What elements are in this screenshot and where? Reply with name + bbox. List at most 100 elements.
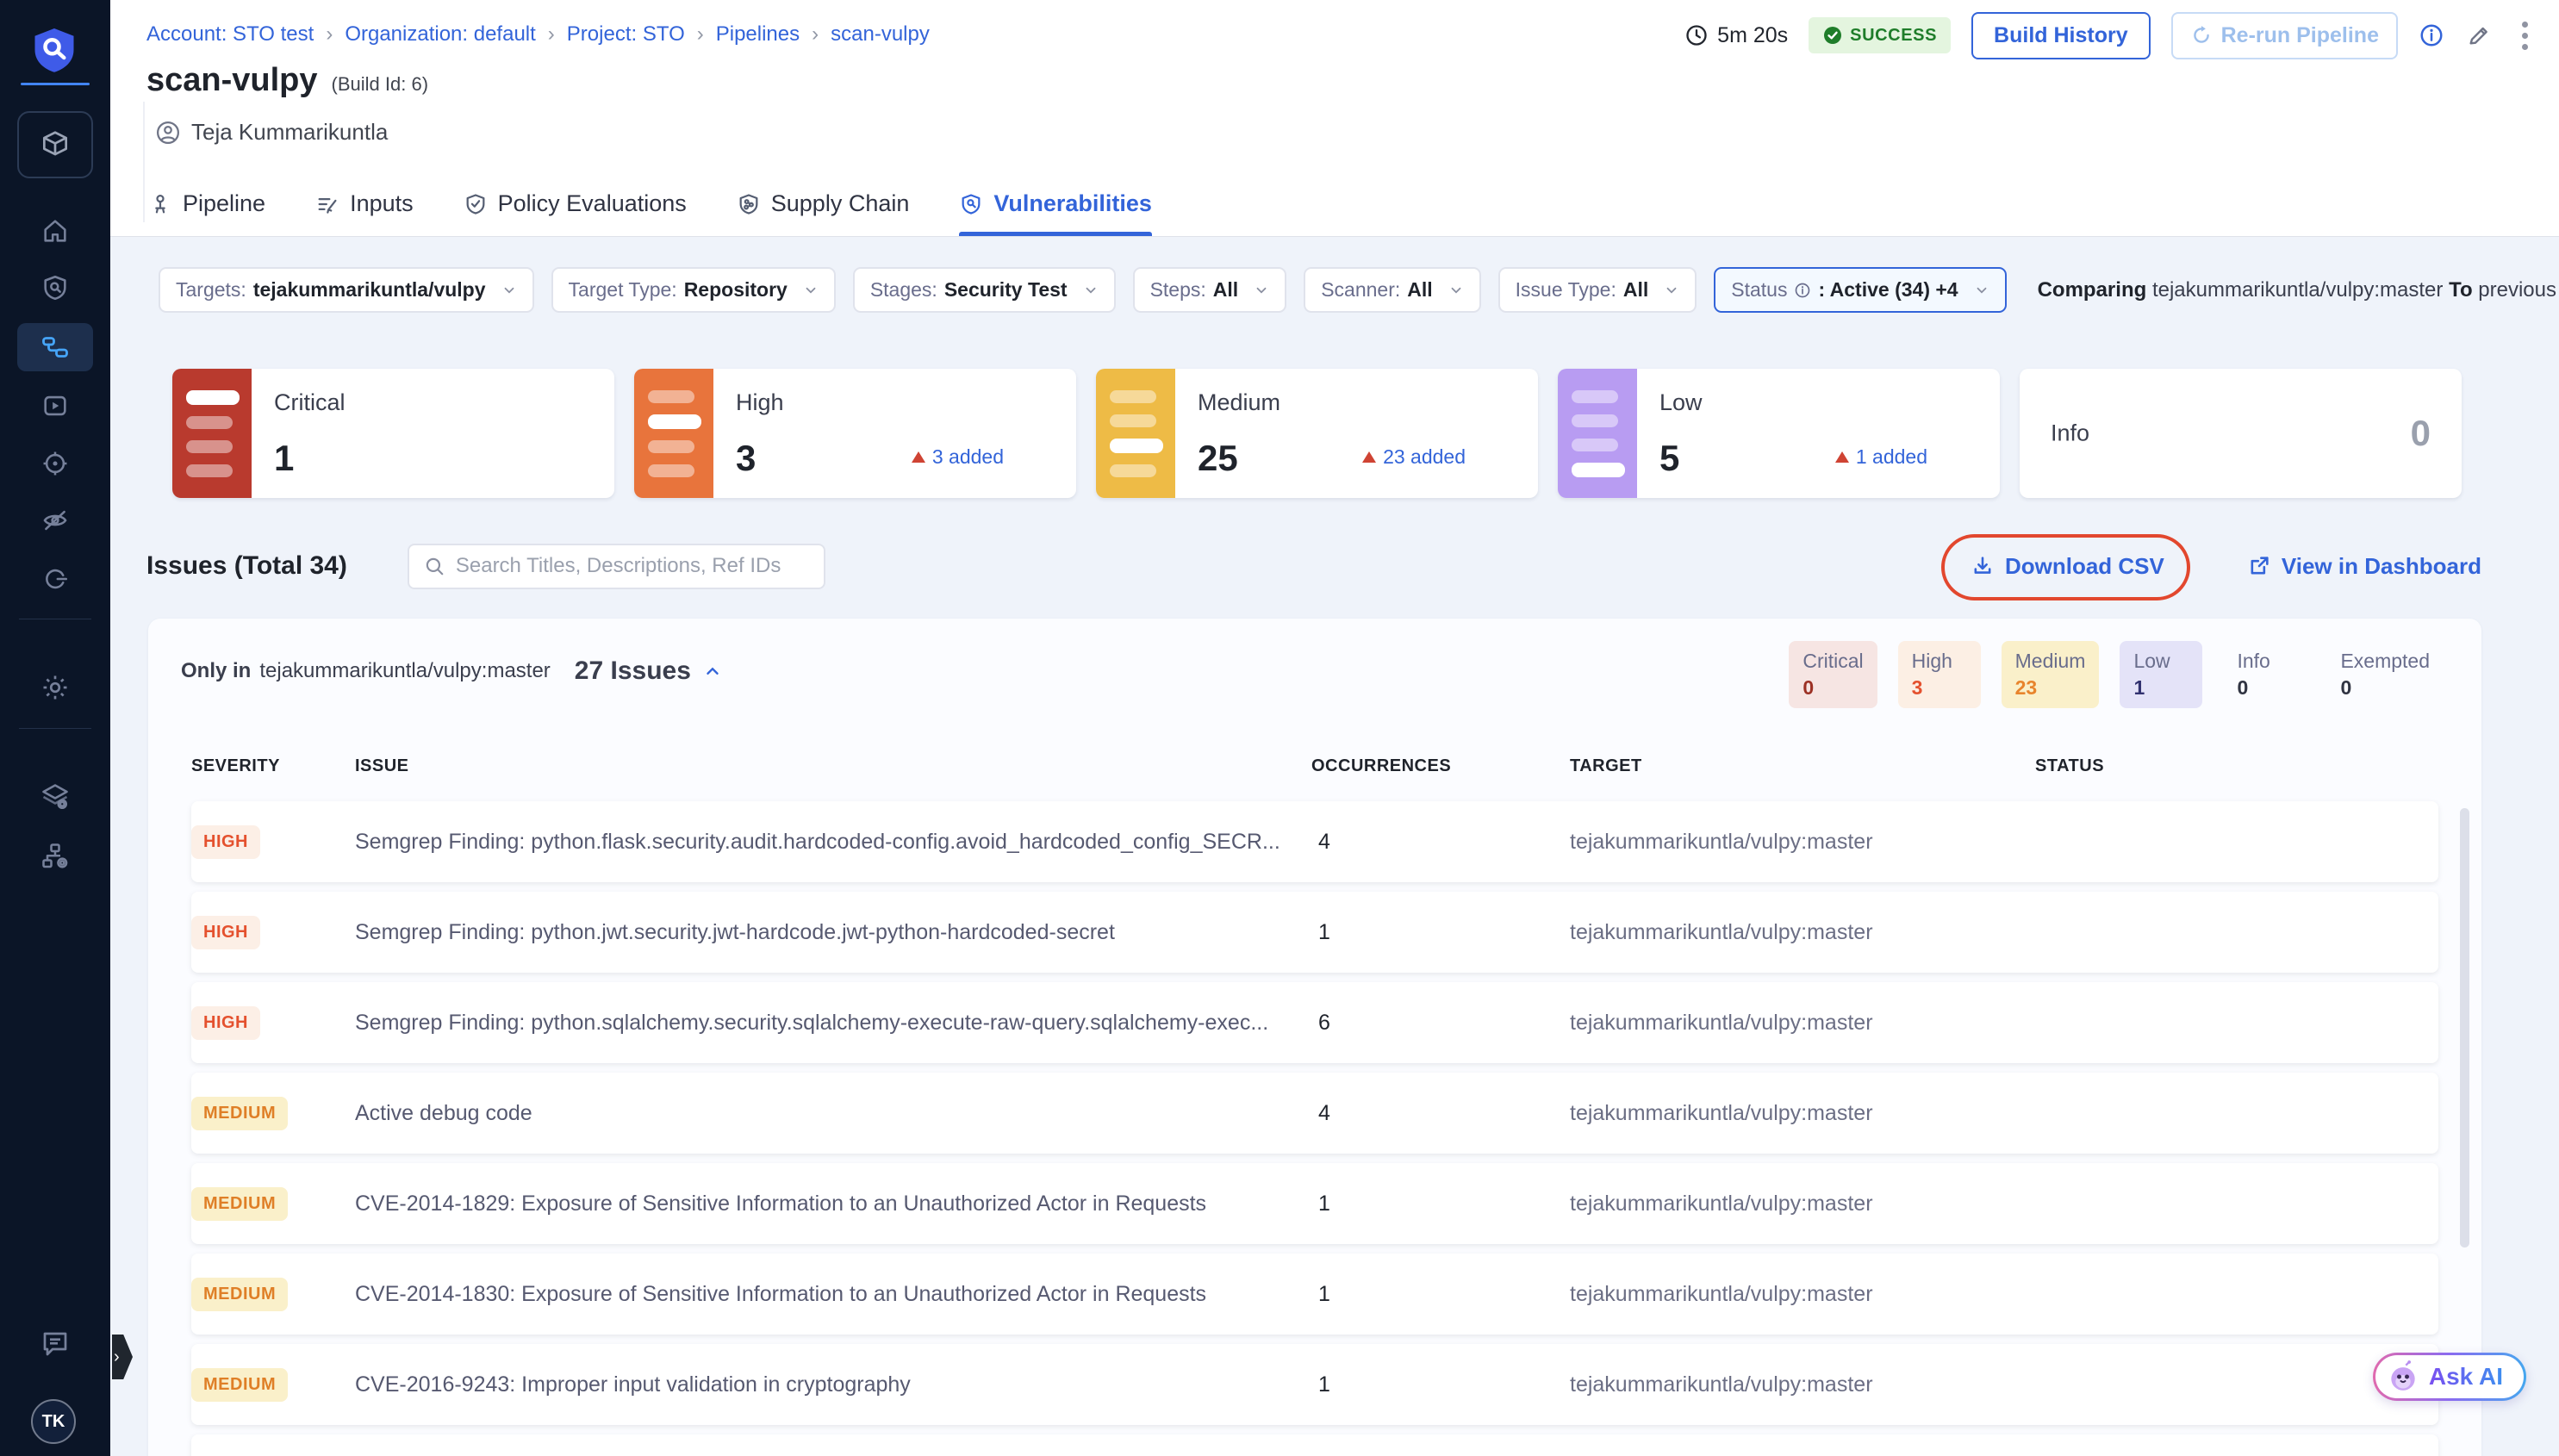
sidebar-item-overview[interactable] bbox=[0, 264, 110, 312]
header-actions: 5m 20s SUCCESS Build History Re-run Pipe… bbox=[1684, 10, 2537, 60]
chip-info[interactable]: Info0 bbox=[2223, 641, 2306, 708]
chevron-down-icon bbox=[803, 283, 819, 298]
severity-chip: MEDIUM bbox=[191, 1368, 288, 1402]
sidebar-item-executions[interactable] bbox=[0, 382, 110, 430]
build-id: (Build Id: 6) bbox=[332, 73, 429, 96]
info-icon[interactable] bbox=[2419, 22, 2444, 48]
chip-high[interactable]: High3 bbox=[1898, 641, 1981, 708]
external-link-icon bbox=[2247, 554, 2271, 578]
severity-gauge bbox=[634, 369, 713, 498]
issue-title: Active debug code bbox=[355, 1101, 1311, 1126]
build-history-button[interactable]: Build History bbox=[1971, 12, 2151, 59]
policy-tab-icon bbox=[464, 192, 488, 216]
table-row[interactable]: MEDIUM CVE-2017-11424: PyJWT vulnerable … bbox=[191, 1434, 2438, 1456]
sidebar-item-security-review[interactable] bbox=[0, 496, 110, 544]
download-csv-button[interactable]: Download CSV bbox=[1971, 553, 2164, 580]
view-in-dashboard-button[interactable]: View in Dashboard bbox=[2247, 553, 2481, 580]
clock-icon bbox=[1684, 23, 1709, 47]
build-duration: 5m 20s bbox=[1684, 23, 1788, 48]
edit-pipeline-icon[interactable] bbox=[2465, 22, 2493, 49]
added-link[interactable]: 23 added bbox=[1362, 445, 1466, 469]
table-row[interactable]: HIGH Semgrep Finding: python.flask.secur… bbox=[191, 801, 2438, 882]
chip-exempted[interactable]: Exempted0 bbox=[2326, 641, 2444, 708]
table-row[interactable]: HIGH Semgrep Finding: python.jwt.securit… bbox=[191, 892, 2438, 973]
chevron-down-icon bbox=[1974, 283, 1989, 298]
sidebar-item-org-settings[interactable] bbox=[0, 832, 110, 880]
sidebar-item-targets[interactable] bbox=[0, 439, 110, 488]
occurrences: 6 bbox=[1311, 1011, 1570, 1036]
vulnerabilities-content: Targets: tejakummarikuntla/vulpy Target … bbox=[110, 238, 2559, 1456]
occurrences: 1 bbox=[1311, 1192, 1570, 1216]
breadcrumb-project[interactable]: Project: STO bbox=[567, 22, 685, 47]
rerun-pipeline-button[interactable]: Re-run Pipeline bbox=[2171, 12, 2398, 59]
table-scrollbar[interactable] bbox=[2460, 808, 2469, 1248]
chip-critical[interactable]: Critical0 bbox=[1789, 641, 1877, 708]
table-row[interactable]: MEDIUM CVE-2014-1830: Exposure of Sensit… bbox=[191, 1254, 2438, 1335]
ask-ai-button[interactable]: Ask AI bbox=[2373, 1353, 2526, 1401]
issues-table-body: HIGH Semgrep Finding: python.flask.secur… bbox=[191, 801, 2438, 1456]
sidebar-item-exemptions[interactable] bbox=[0, 555, 110, 603]
sidebar-item-pipelines[interactable] bbox=[17, 323, 93, 371]
inputs-tab-icon bbox=[315, 192, 339, 216]
targets-filter[interactable]: Targets: tejakummarikuntla/vulpy bbox=[159, 267, 534, 313]
chat-support-icon[interactable] bbox=[0, 1320, 110, 1368]
target: tejakummarikuntla/vulpy:master bbox=[1570, 1372, 2035, 1397]
module-selector-button[interactable] bbox=[17, 111, 93, 178]
severity-gauge bbox=[1558, 369, 1637, 498]
main-area: Account: STO test › Organization: default… bbox=[110, 0, 2559, 1456]
issue-type-filter[interactable]: Issue Type: All bbox=[1498, 267, 1697, 313]
user-avatar[interactable]: TK bbox=[31, 1399, 76, 1444]
breadcrumb-separator: › bbox=[697, 22, 704, 47]
target: tejakummarikuntla/vulpy:master bbox=[1570, 1011, 2035, 1036]
issues-search[interactable] bbox=[408, 544, 825, 589]
target: tejakummarikuntla/vulpy:master bbox=[1570, 920, 2035, 945]
critical-card[interactable]: Critical 1 bbox=[172, 369, 614, 498]
tab-pipeline[interactable]: Pipeline bbox=[148, 190, 265, 236]
severity-chip: HIGH bbox=[191, 916, 260, 949]
download-icon bbox=[1971, 554, 1995, 578]
medium-card[interactable]: Medium 25 23 added bbox=[1096, 369, 1538, 498]
target-type-filter[interactable]: Target Type: Repository bbox=[551, 267, 836, 313]
only-in-group-header[interactable]: Only in tejakummarikuntla/vulpy:master 2… bbox=[181, 656, 722, 686]
stages-filter[interactable]: Stages: Security Test bbox=[853, 267, 1116, 313]
triangle-up-icon bbox=[1835, 451, 1849, 463]
tab-vulnerabilities[interactable]: Vulnerabilities bbox=[959, 190, 1152, 236]
info-card[interactable]: Info 0 bbox=[2020, 369, 2462, 498]
tab-policy-evaluations[interactable]: Policy Evaluations bbox=[464, 190, 687, 236]
breadcrumb-separator: › bbox=[548, 22, 555, 47]
table-row[interactable]: HIGH Semgrep Finding: python.sqlalchemy.… bbox=[191, 982, 2438, 1063]
status-filter[interactable]: Status : Active (34) +4 bbox=[1714, 267, 2006, 313]
added-link[interactable]: 1 added bbox=[1835, 445, 1927, 469]
steps-filter[interactable]: Steps: All bbox=[1133, 267, 1287, 313]
chip-low[interactable]: Low1 bbox=[2120, 641, 2202, 708]
more-options-icon[interactable] bbox=[2513, 18, 2537, 53]
low-card[interactable]: Low 5 1 added bbox=[1558, 369, 2000, 498]
sidebar-item-default-settings[interactable] bbox=[0, 773, 110, 821]
table-row[interactable]: MEDIUM Active debug code 4 tejakummariku… bbox=[191, 1073, 2438, 1154]
added-link[interactable]: 3 added bbox=[912, 445, 1004, 469]
table-row[interactable]: MEDIUM CVE-2016-9243: Improper input val… bbox=[191, 1344, 2438, 1425]
chevron-up-icon[interactable] bbox=[703, 662, 722, 681]
table-row[interactable]: MEDIUM CVE-2014-1829: Exposure of Sensit… bbox=[191, 1163, 2438, 1244]
tab-supply-chain[interactable]: Supply Chain bbox=[737, 190, 910, 236]
refresh-icon bbox=[2190, 24, 2213, 47]
breadcrumb-account[interactable]: Account: STO test bbox=[146, 22, 314, 47]
scanner-filter[interactable]: Scanner: All bbox=[1304, 267, 1480, 313]
issues-table-header: SEVERITY ISSUE OCCURRENCES TARGET STATUS bbox=[191, 756, 2438, 776]
severity-summary-cards: Critical 1 High 3 3 added Medium 25 23 a… bbox=[172, 369, 2462, 498]
target: tejakummarikuntla/vulpy:master bbox=[1570, 1282, 2035, 1307]
sidebar-item-settings[interactable] bbox=[0, 663, 110, 712]
breadcrumb-organization[interactable]: Organization: default bbox=[345, 22, 535, 47]
comparing-text: Comparing tejakummarikuntla/vulpy:master… bbox=[2038, 278, 2559, 302]
page-title: scan-vulpy bbox=[146, 62, 318, 99]
group-issue-count: 27 Issues bbox=[575, 656, 691, 686]
chip-medium[interactable]: Medium23 bbox=[2002, 641, 2100, 708]
high-card[interactable]: High 3 3 added bbox=[634, 369, 1076, 498]
breadcrumb-pipelines[interactable]: Pipelines bbox=[716, 22, 800, 47]
search-input[interactable] bbox=[456, 554, 810, 578]
sidebar-item-home[interactable] bbox=[0, 207, 110, 255]
breadcrumb-current[interactable]: scan-vulpy bbox=[831, 22, 930, 47]
tab-inputs[interactable]: Inputs bbox=[315, 190, 414, 236]
occurrences: 4 bbox=[1311, 830, 1570, 855]
sto-logo-icon bbox=[28, 24, 81, 76]
